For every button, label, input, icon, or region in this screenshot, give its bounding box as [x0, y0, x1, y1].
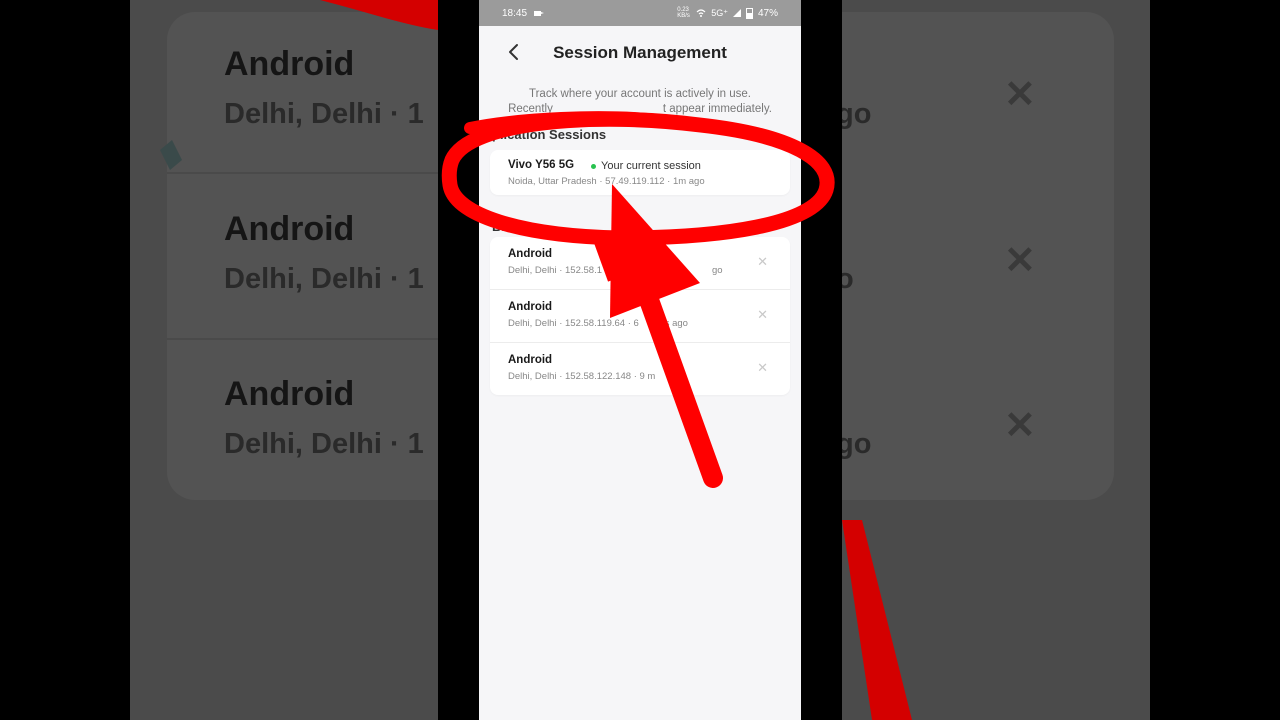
- current-session-card: Vivo Y56 5G Your current session Noida, …: [490, 150, 790, 195]
- wifi-icon: [696, 9, 706, 17]
- session-device: Android: [508, 248, 553, 260]
- network-type: 5G⁺: [711, 7, 728, 18]
- camera-icon: [534, 10, 545, 16]
- net-speed: 0.23 KB/s: [677, 7, 690, 19]
- bg-annotation-fragments: [842, 520, 912, 720]
- current-session-text: Your current session: [601, 160, 701, 172]
- battery-percent: 47%: [757, 7, 778, 19]
- background-zoom-right: go ✕ o ✕ go ✕: [842, 0, 1150, 720]
- description-end: t appear immediately.: [662, 103, 772, 115]
- page-title: Session Management: [553, 43, 727, 62]
- header: Session Management: [479, 26, 801, 78]
- session-details: Delhi, Delhi · 152.58.119.64 · 6 ths ago: [508, 318, 688, 329]
- close-icon: ✕: [757, 360, 768, 375]
- session-ago: go: [712, 265, 723, 276]
- session-device: Vivo Y56 5G: [508, 159, 575, 171]
- background-zoom-left: Android Delhi, Delhi · 1 Android Delhi, …: [130, 0, 438, 720]
- session-row: Android Delhi, Delhi · 152.58.119.64 · 6…: [490, 290, 790, 343]
- remove-session-button[interactable]: ✕: [757, 360, 768, 376]
- browser-sessions-label: Bro: [492, 219, 515, 234]
- description-line: Track where your account is actively in …: [529, 88, 751, 100]
- status-time: 18:45: [502, 7, 528, 19]
- session-details: Noida, Uttar Pradesh · 57.49.119.112 · 1…: [508, 176, 705, 187]
- session-ip: Delhi, Delhi · 152.58.119.64 · 6: [508, 318, 639, 329]
- close-icon: ✕: [757, 254, 768, 269]
- session-details: Delhi, Delhi · 152.58.122.148 · 9 m ago: [508, 371, 685, 382]
- battery-icon: [745, 7, 753, 19]
- description-line: Recently t appear immediately.: [487, 102, 793, 117]
- remove-session-button[interactable]: ✕: [757, 307, 768, 323]
- session-location: Noida, Uttar Pradesh ·: [508, 176, 606, 187]
- session-row: Android Delhi, Delhi · 152.58.1 go ✕: [490, 237, 790, 290]
- current-session-badge: Your current session: [591, 160, 701, 172]
- session-ip: Delhi, Delhi · 152.58.1: [508, 265, 602, 276]
- session-ip-time: 57.49.119.112 · 1m ago: [605, 176, 705, 187]
- page-description: Track where your account is actively in …: [479, 87, 801, 117]
- session-device: Android: [508, 301, 553, 313]
- session-device: Android: [508, 354, 553, 366]
- phone-screen: 18:45 0.23 KB/s 5G⁺ 47% Session Manageme…: [479, 0, 801, 720]
- application-sessions-label: plication Sessions: [492, 127, 607, 142]
- session-ago: ths ago: [656, 318, 688, 329]
- session-ago: ago: [669, 371, 686, 382]
- remove-session-button[interactable]: ✕: [757, 254, 768, 270]
- signal-icon: [732, 9, 741, 17]
- session-ip: Delhi, Delhi · 152.58.122.148 · 9 m: [508, 371, 656, 382]
- close-icon: ✕: [757, 307, 768, 322]
- status-bar: 18:45 0.23 KB/s 5G⁺ 47%: [479, 0, 801, 26]
- bg-annotation-fragments: [160, 0, 438, 170]
- session-row: Android Delhi, Delhi · 152.58.122.148 · …: [490, 343, 790, 395]
- browser-sessions-card: Android Delhi, Delhi · 152.58.1 go ✕ Andr…: [490, 237, 790, 395]
- session-details: Delhi, Delhi · 152.58.1 go: [508, 265, 723, 276]
- status-dot-icon: [591, 163, 596, 169]
- description-start: Recently: [508, 103, 553, 115]
